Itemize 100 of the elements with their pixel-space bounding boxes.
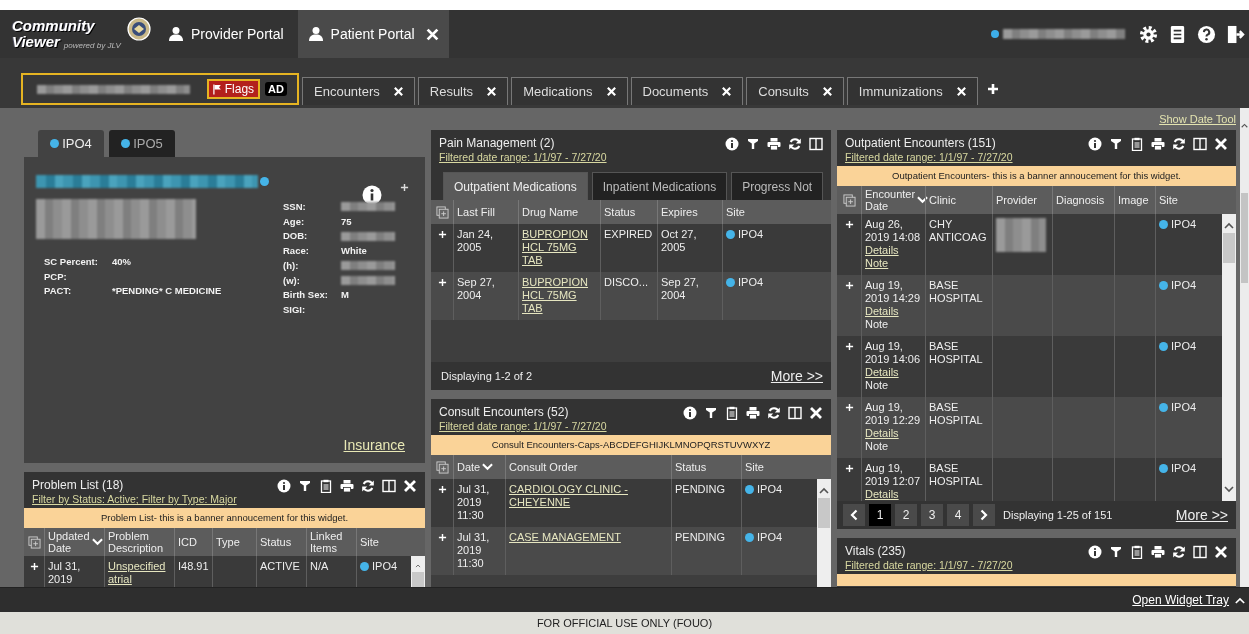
record-tab[interactable]: Immunizations xyxy=(846,77,978,105)
close-icon[interactable] xyxy=(392,86,404,97)
refresh-icon[interactable] xyxy=(788,137,802,151)
layered-plus-icon[interactable] xyxy=(842,193,856,207)
page-button[interactable]: 2 xyxy=(895,504,917,526)
layered-plus-icon[interactable] xyxy=(435,460,449,474)
caret-up-icon[interactable] xyxy=(1224,222,1234,229)
filter-link[interactable]: Filtered date range: 1/1/97 - 7/27/20 xyxy=(845,559,1013,572)
portal-tab[interactable]: Provider Portal xyxy=(158,10,294,58)
info-icon[interactable] xyxy=(725,137,739,151)
open-widget-tray-link[interactable]: Open Widget Tray xyxy=(1132,593,1229,607)
scrollbar[interactable] xyxy=(1240,108,1249,587)
document-icon[interactable] xyxy=(1168,24,1187,44)
clipboard-icon[interactable] xyxy=(725,406,739,420)
cell-link[interactable]: Details xyxy=(865,366,899,379)
cell-link[interactable]: Details xyxy=(865,244,899,257)
refresh-icon[interactable] xyxy=(1172,545,1186,559)
cell-link[interactable]: BUPROPION HCL 75MG TAB xyxy=(522,276,598,315)
flags-button[interactable]: Flags xyxy=(206,79,261,99)
close-icon[interactable] xyxy=(1214,137,1228,151)
record-tab[interactable]: Documents xyxy=(630,77,744,105)
close-icon[interactable] xyxy=(425,27,439,41)
filter-link[interactable]: Filtered date range: 1/1/97 - 7/27/20 xyxy=(439,151,607,164)
site-tab[interactable]: IPO5 xyxy=(109,130,175,157)
show-date-tool-link[interactable]: Show Date Tool xyxy=(1159,113,1236,125)
layered-plus-icon[interactable] xyxy=(27,535,41,549)
close-icon[interactable] xyxy=(721,86,733,97)
info-icon[interactable] xyxy=(1088,545,1102,559)
portal-tab[interactable]: Patient Portal xyxy=(297,10,449,58)
filter-link[interactable]: Filter by Status: Active; Filter by Type: Major xyxy=(32,493,237,506)
site-tab[interactable]: IPO4 xyxy=(38,130,104,157)
scrollbar-thumb[interactable] xyxy=(412,571,424,587)
filter-link[interactable]: Filtered date range: 1/1/97 - 7/27/20 xyxy=(439,420,607,433)
cell-link[interactable]: Note xyxy=(865,257,889,270)
scrollbar-thumb[interactable] xyxy=(818,498,830,528)
caret-up-icon[interactable] xyxy=(819,487,829,494)
clipboard-icon[interactable] xyxy=(1130,137,1144,151)
scrollbar[interactable] xyxy=(411,556,425,587)
filter-icon[interactable] xyxy=(298,479,312,493)
page-button[interactable]: 1 xyxy=(869,504,891,526)
layered-plus-icon[interactable] xyxy=(435,205,449,219)
info-icon[interactable] xyxy=(1088,137,1102,151)
scrollbar[interactable] xyxy=(1222,214,1236,501)
print-icon[interactable] xyxy=(767,137,781,151)
columns-icon[interactable] xyxy=(809,137,823,151)
widget-tab[interactable]: Inpatient Medications xyxy=(591,172,728,200)
next-page-button[interactable] xyxy=(973,504,995,526)
chevron-down-icon[interactable] xyxy=(917,196,929,204)
chevron-down-icon[interactable] xyxy=(482,463,494,471)
refresh-icon[interactable] xyxy=(361,479,375,493)
columns-icon[interactable] xyxy=(1193,137,1207,151)
cell-link[interactable]: CASE MANAGEMENT xyxy=(509,531,621,544)
refresh-icon[interactable] xyxy=(1172,137,1186,151)
close-icon[interactable] xyxy=(605,86,617,97)
record-tab[interactable]: Encounters xyxy=(302,77,415,105)
cell-link[interactable]: Unspecified atrial xyxy=(108,560,172,586)
columns-icon[interactable] xyxy=(382,479,396,493)
record-tab[interactable]: Medications xyxy=(511,77,628,105)
cell-link[interactable]: Details xyxy=(865,427,899,440)
caret-down-icon[interactable] xyxy=(1224,486,1234,493)
help-icon[interactable] xyxy=(1197,24,1216,44)
more-link[interactable]: More >> xyxy=(770,368,823,384)
add-tab-icon[interactable] xyxy=(986,83,999,95)
close-icon[interactable] xyxy=(821,86,833,97)
scrollbar[interactable] xyxy=(817,479,831,587)
close-icon[interactable] xyxy=(486,86,498,97)
cell-link[interactable]: BUPROPION HCL 75MG TAB xyxy=(522,228,598,267)
widget-tab[interactable]: Outpatient Medications xyxy=(443,172,588,200)
filter-icon[interactable] xyxy=(1109,137,1123,151)
print-icon[interactable] xyxy=(1151,137,1165,151)
page-button[interactable]: 3 xyxy=(921,504,943,526)
settings-icon[interactable] xyxy=(1139,24,1158,44)
filter-icon[interactable] xyxy=(1109,545,1123,559)
scrollbar-thumb[interactable] xyxy=(1241,193,1248,283)
chevron-down-icon[interactable] xyxy=(91,538,103,546)
widget-tab[interactable]: Progress Not xyxy=(731,172,824,200)
insurance-link[interactable]: Insurance xyxy=(343,437,405,453)
cell-link[interactable]: Details xyxy=(865,305,899,318)
more-link[interactable]: More >> xyxy=(1175,507,1228,523)
filter-link[interactable]: Filtered date range: 1/1/97 - 7/27/20 xyxy=(845,151,1013,164)
close-icon[interactable] xyxy=(809,406,823,420)
clipboard-icon[interactable] xyxy=(1130,545,1144,559)
cell-link[interactable]: Details xyxy=(865,488,899,501)
columns-icon[interactable] xyxy=(788,406,802,420)
close-icon[interactable] xyxy=(403,479,417,493)
page-button[interactable]: 4 xyxy=(947,504,969,526)
info-icon[interactable] xyxy=(277,479,291,493)
close-icon[interactable] xyxy=(955,86,967,97)
columns-icon[interactable] xyxy=(1193,545,1207,559)
previous-page-button[interactable] xyxy=(843,504,865,526)
scrollbar-thumb[interactable] xyxy=(1223,233,1235,263)
record-tab[interactable]: Consults xyxy=(746,77,844,105)
close-icon[interactable] xyxy=(1214,545,1228,559)
filter-icon[interactable] xyxy=(746,137,760,151)
cell-link[interactable]: CARDIOLOGY CLINIC - CHEYENNE xyxy=(509,483,669,509)
info-icon[interactable] xyxy=(683,406,697,420)
clipboard-icon[interactable] xyxy=(319,479,333,493)
plus-icon[interactable] xyxy=(400,182,409,192)
print-icon[interactable] xyxy=(1151,545,1165,559)
logout-icon[interactable] xyxy=(1226,24,1245,44)
